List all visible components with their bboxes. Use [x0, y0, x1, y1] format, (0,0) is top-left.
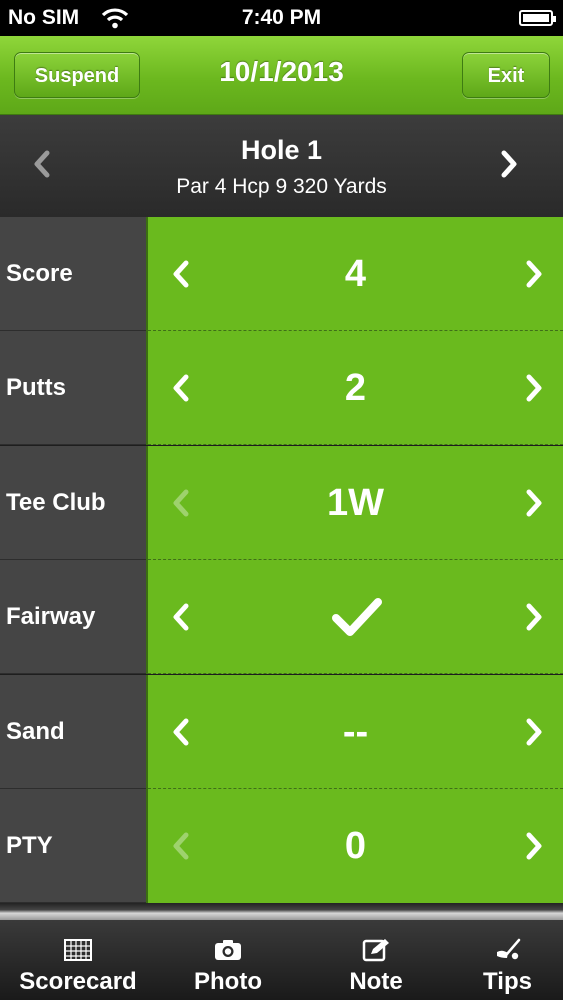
- tab-photo[interactable]: Photo: [156, 920, 300, 1000]
- tab-scorecard-label: Scorecard: [19, 968, 137, 995]
- fairway-value-area: [146, 560, 563, 674]
- exit-button[interactable]: Exit: [462, 52, 550, 98]
- hole-title: Hole 1: [240, 135, 323, 165]
- sand-next-chevron-icon[interactable]: [523, 716, 545, 748]
- tab-bar-divider: [0, 903, 563, 920]
- navigation-bar: Suspend 10/1/2013 Exit: [0, 36, 563, 115]
- tab-note[interactable]: Note: [300, 920, 452, 1000]
- fairway-next-chevron-icon[interactable]: [523, 601, 545, 633]
- stats-list: Score 4 Putts 2 Tee Club 1W Fairway Sand…: [0, 217, 563, 903]
- score-increase-chevron-icon[interactable]: [523, 258, 545, 290]
- hole-details: Par 4 Hcp 9 320 Yards: [176, 175, 387, 198]
- sand-value-area: --: [146, 675, 563, 789]
- score-row: Score 4: [0, 217, 563, 331]
- tab-tips-label: Tips: [483, 968, 532, 995]
- status-bar: No SIM 7:40 PM: [0, 0, 563, 36]
- clock: 7:40 PM: [241, 6, 322, 29]
- penalty-increase-chevron-icon[interactable]: [523, 830, 545, 862]
- penalty-row: PTY 0: [0, 789, 563, 903]
- sand-value: --: [342, 711, 369, 753]
- checkmark-icon: [332, 598, 382, 636]
- tab-scorecard[interactable]: Scorecard: [0, 920, 156, 1000]
- score-value-area: 4: [146, 217, 563, 331]
- putts-row: Putts 2: [0, 331, 563, 445]
- tee-club-label: Tee Club: [0, 446, 146, 560]
- penalty-value: 0: [344, 825, 367, 867]
- tab-bar: Scorecard Photo Note Tips: [0, 920, 563, 1000]
- tab-tips[interactable]: Tips: [452, 920, 563, 1000]
- sand-row: Sand --: [0, 675, 563, 789]
- tab-note-label: Note: [349, 968, 403, 995]
- tee-club-value: 1W: [327, 482, 384, 524]
- score-label: Score: [0, 217, 146, 331]
- hole-header: Hole 1 Par 4 Hcp 9 320 Yards: [0, 115, 563, 217]
- tee-club-value-area: 1W: [146, 446, 563, 560]
- putts-increase-chevron-icon[interactable]: [523, 372, 545, 404]
- next-hole-chevron-icon[interactable]: [497, 148, 521, 180]
- camera-icon: [215, 940, 241, 960]
- fairway-row: Fairway: [0, 560, 563, 674]
- battery-icon: [519, 10, 556, 26]
- tab-photo-label: Photo: [194, 968, 262, 995]
- penalty-label: PTY: [0, 789, 146, 903]
- golf-club-icon: [496, 938, 520, 960]
- fairway-previous-chevron-icon[interactable]: [170, 601, 192, 633]
- scorecard-grid-icon: [64, 939, 92, 961]
- fairway-label: Fairway: [0, 560, 146, 674]
- pencil-note-icon: [362, 939, 389, 962]
- tee-club-next-chevron-icon[interactable]: [523, 487, 545, 519]
- putts-label: Putts: [0, 331, 146, 445]
- putts-value-area: 2: [146, 331, 563, 445]
- score-value: 4: [344, 253, 367, 295]
- tee-club-row: Tee Club 1W: [0, 446, 563, 560]
- putts-value: 2: [344, 367, 367, 409]
- sand-label: Sand: [0, 675, 146, 789]
- penalty-value-area: 0: [146, 789, 563, 903]
